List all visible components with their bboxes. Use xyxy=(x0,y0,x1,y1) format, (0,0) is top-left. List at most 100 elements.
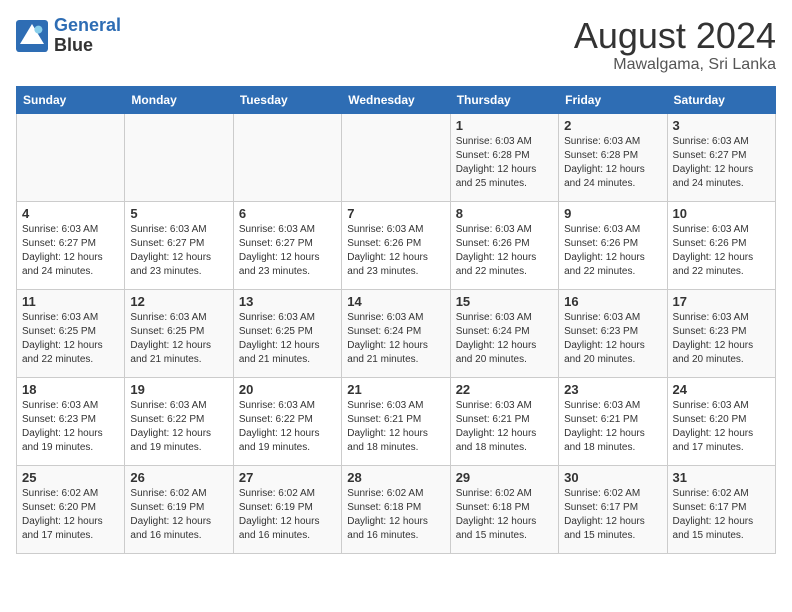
calendar-cell: 18 Sunrise: 6:03 AM Sunset: 6:23 PM Dayli… xyxy=(17,377,125,465)
day-number: 2 xyxy=(564,118,661,133)
day-info: Sunrise: 6:02 AM Sunset: 6:18 PM Dayligh… xyxy=(347,487,444,543)
calendar-cell: 28 Sunrise: 6:02 AM Sunset: 6:18 PM Dayli… xyxy=(342,465,450,553)
day-number: 9 xyxy=(564,206,661,221)
calendar-week-5: 25Sunrise: 6:02 AM Sunset: 6:20 PM Dayli… xyxy=(17,465,776,553)
day-number: 30 xyxy=(564,470,661,485)
day-info: Sunrise: 6:03 AM Sunset: 6:21 PM Dayligh… xyxy=(456,399,553,455)
calendar-body: 1 Sunrise: 6:03 AM Sunset: 6:28 PM Daylig… xyxy=(17,113,776,553)
calendar-cell xyxy=(233,113,341,201)
day-number: 21 xyxy=(347,382,444,397)
day-number: 22 xyxy=(456,382,553,397)
day-info: Sunrise: 6:02 AM Sunset: 6:20 PM Dayligh… xyxy=(22,487,119,543)
day-info: Sunrise: 6:03 AM Sunset: 6:23 PM Dayligh… xyxy=(22,399,119,455)
calendar-cell xyxy=(125,113,233,201)
calendar-cell: 7 Sunrise: 6:03 AM Sunset: 6:26 PM Daylig… xyxy=(342,201,450,289)
day-info: Sunrise: 6:03 AM Sunset: 6:25 PM Dayligh… xyxy=(239,311,336,367)
day-number: 4 xyxy=(22,206,119,221)
day-info: Sunrise: 6:03 AM Sunset: 6:26 PM Dayligh… xyxy=(347,223,444,279)
month-year: August 2024 xyxy=(574,16,776,56)
day-info: Sunrise: 6:03 AM Sunset: 6:21 PM Dayligh… xyxy=(347,399,444,455)
day-number: 20 xyxy=(239,382,336,397)
calendar-cell: 10Sunrise: 6:03 AM Sunset: 6:26 PM Dayli… xyxy=(667,201,775,289)
title-block: August 2024 Mawalgama, Sri Lanka xyxy=(574,16,776,74)
day-number: 29 xyxy=(456,470,553,485)
day-number: 6 xyxy=(239,206,336,221)
day-number: 8 xyxy=(456,206,553,221)
calendar-cell: 14 Sunrise: 6:03 AM Sunset: 6:24 PM Dayli… xyxy=(342,289,450,377)
day-number: 5 xyxy=(130,206,227,221)
calendar-cell: 24Sunrise: 6:03 AM Sunset: 6:20 PM Dayli… xyxy=(667,377,775,465)
day-info: Sunrise: 6:03 AM Sunset: 6:24 PM Dayligh… xyxy=(347,311,444,367)
day-info: Sunrise: 6:03 AM Sunset: 6:24 PM Dayligh… xyxy=(456,311,553,367)
day-number: 12 xyxy=(130,294,227,309)
calendar-cell: 23 Sunrise: 6:03 AM Sunset: 6:21 PM Dayli… xyxy=(559,377,667,465)
location: Mawalgama, Sri Lanka xyxy=(574,56,776,74)
calendar-cell: 21 Sunrise: 6:03 AM Sunset: 6:21 PM Dayli… xyxy=(342,377,450,465)
calendar-header: Sunday Monday Tuesday Wednesday Thursday… xyxy=(17,86,776,113)
day-info: Sunrise: 6:03 AM Sunset: 6:25 PM Dayligh… xyxy=(130,311,227,367)
calendar-cell: 31 Sunrise: 6:02 AM Sunset: 6:17 PM Dayli… xyxy=(667,465,775,553)
calendar-cell: 5 Sunrise: 6:03 AM Sunset: 6:27 PM Daylig… xyxy=(125,201,233,289)
logo-icon xyxy=(16,20,48,52)
day-number: 7 xyxy=(347,206,444,221)
calendar-cell: 1Sunrise: 6:03 AM Sunset: 6:28 PM Daylig… xyxy=(450,113,558,201)
day-info: Sunrise: 6:03 AM Sunset: 6:23 PM Dayligh… xyxy=(564,311,661,367)
day-info: Sunrise: 6:03 AM Sunset: 6:27 PM Dayligh… xyxy=(673,135,770,191)
calendar-cell: 8 Sunrise: 6:03 AM Sunset: 6:26 PM Daylig… xyxy=(450,201,558,289)
day-info: Sunrise: 6:03 AM Sunset: 6:21 PM Dayligh… xyxy=(564,399,661,455)
day-number: 15 xyxy=(456,294,553,309)
calendar-cell: 4 Sunrise: 6:03 AM Sunset: 6:27 PM Daylig… xyxy=(17,201,125,289)
day-info: Sunrise: 6:02 AM Sunset: 6:19 PM Dayligh… xyxy=(130,487,227,543)
calendar-cell xyxy=(342,113,450,201)
calendar-cell: 26Sunrise: 6:02 AM Sunset: 6:19 PM Dayli… xyxy=(125,465,233,553)
day-number: 1 xyxy=(456,118,553,133)
col-sunday: Sunday xyxy=(17,86,125,113)
day-number: 18 xyxy=(22,382,119,397)
calendar-cell: 12 Sunrise: 6:03 AM Sunset: 6:25 PM Dayli… xyxy=(125,289,233,377)
calendar-cell: 29Sunrise: 6:02 AM Sunset: 6:18 PM Dayli… xyxy=(450,465,558,553)
day-number: 31 xyxy=(673,470,770,485)
calendar-cell: 16Sunrise: 6:03 AM Sunset: 6:23 PM Dayli… xyxy=(559,289,667,377)
col-monday: Monday xyxy=(125,86,233,113)
day-info: Sunrise: 6:03 AM Sunset: 6:28 PM Dayligh… xyxy=(564,135,661,191)
calendar-cell xyxy=(17,113,125,201)
calendar-cell: 15 Sunrise: 6:03 AM Sunset: 6:24 PM Dayli… xyxy=(450,289,558,377)
col-tuesday: Tuesday xyxy=(233,86,341,113)
calendar-cell: 22 Sunrise: 6:03 AM Sunset: 6:21 PM Dayli… xyxy=(450,377,558,465)
day-info: Sunrise: 6:02 AM Sunset: 6:17 PM Dayligh… xyxy=(673,487,770,543)
calendar-cell: 6 Sunrise: 6:03 AM Sunset: 6:27 PM Daylig… xyxy=(233,201,341,289)
col-friday: Friday xyxy=(559,86,667,113)
calendar-cell: 27Sunrise: 6:02 AM Sunset: 6:19 PM Dayli… xyxy=(233,465,341,553)
day-number: 13 xyxy=(239,294,336,309)
logo-text: General Blue xyxy=(54,16,121,56)
day-info: Sunrise: 6:02 AM Sunset: 6:17 PM Dayligh… xyxy=(564,487,661,543)
day-info: Sunrise: 6:03 AM Sunset: 6:27 PM Dayligh… xyxy=(239,223,336,279)
day-info: Sunrise: 6:03 AM Sunset: 6:26 PM Dayligh… xyxy=(456,223,553,279)
logo: General Blue xyxy=(16,16,121,56)
page-header: General Blue August 2024 Mawalgama, Sri … xyxy=(16,16,776,74)
calendar-cell: 19Sunrise: 6:03 AM Sunset: 6:22 PM Dayli… xyxy=(125,377,233,465)
day-info: Sunrise: 6:03 AM Sunset: 6:27 PM Dayligh… xyxy=(130,223,227,279)
day-info: Sunrise: 6:03 AM Sunset: 6:22 PM Dayligh… xyxy=(239,399,336,455)
calendar-week-2: 4 Sunrise: 6:03 AM Sunset: 6:27 PM Daylig… xyxy=(17,201,776,289)
calendar-cell: 2 Sunrise: 6:03 AM Sunset: 6:28 PM Daylig… xyxy=(559,113,667,201)
day-info: Sunrise: 6:02 AM Sunset: 6:19 PM Dayligh… xyxy=(239,487,336,543)
day-number: 11 xyxy=(22,294,119,309)
calendar-cell: 3Sunrise: 6:03 AM Sunset: 6:27 PM Daylig… xyxy=(667,113,775,201)
calendar-cell: 30 Sunrise: 6:02 AM Sunset: 6:17 PM Dayli… xyxy=(559,465,667,553)
day-info: Sunrise: 6:03 AM Sunset: 6:27 PM Dayligh… xyxy=(22,223,119,279)
day-number: 14 xyxy=(347,294,444,309)
day-number: 28 xyxy=(347,470,444,485)
calendar-cell: 20 Sunrise: 6:03 AM Sunset: 6:22 PM Dayli… xyxy=(233,377,341,465)
calendar-week-1: 1 Sunrise: 6:03 AM Sunset: 6:28 PM Daylig… xyxy=(17,113,776,201)
calendar-table: Sunday Monday Tuesday Wednesday Thursday… xyxy=(16,86,776,554)
col-saturday: Saturday xyxy=(667,86,775,113)
day-info: Sunrise: 6:03 AM Sunset: 6:23 PM Dayligh… xyxy=(673,311,770,367)
day-info: Sunrise: 6:03 AM Sunset: 6:20 PM Dayligh… xyxy=(673,399,770,455)
day-number: 10 xyxy=(673,206,770,221)
calendar-cell: 11Sunrise: 6:03 AM Sunset: 6:25 PM Dayli… xyxy=(17,289,125,377)
logo-line1: General xyxy=(54,15,121,35)
day-number: 19 xyxy=(130,382,227,397)
col-wednesday: Wednesday xyxy=(342,86,450,113)
day-number: 23 xyxy=(564,382,661,397)
